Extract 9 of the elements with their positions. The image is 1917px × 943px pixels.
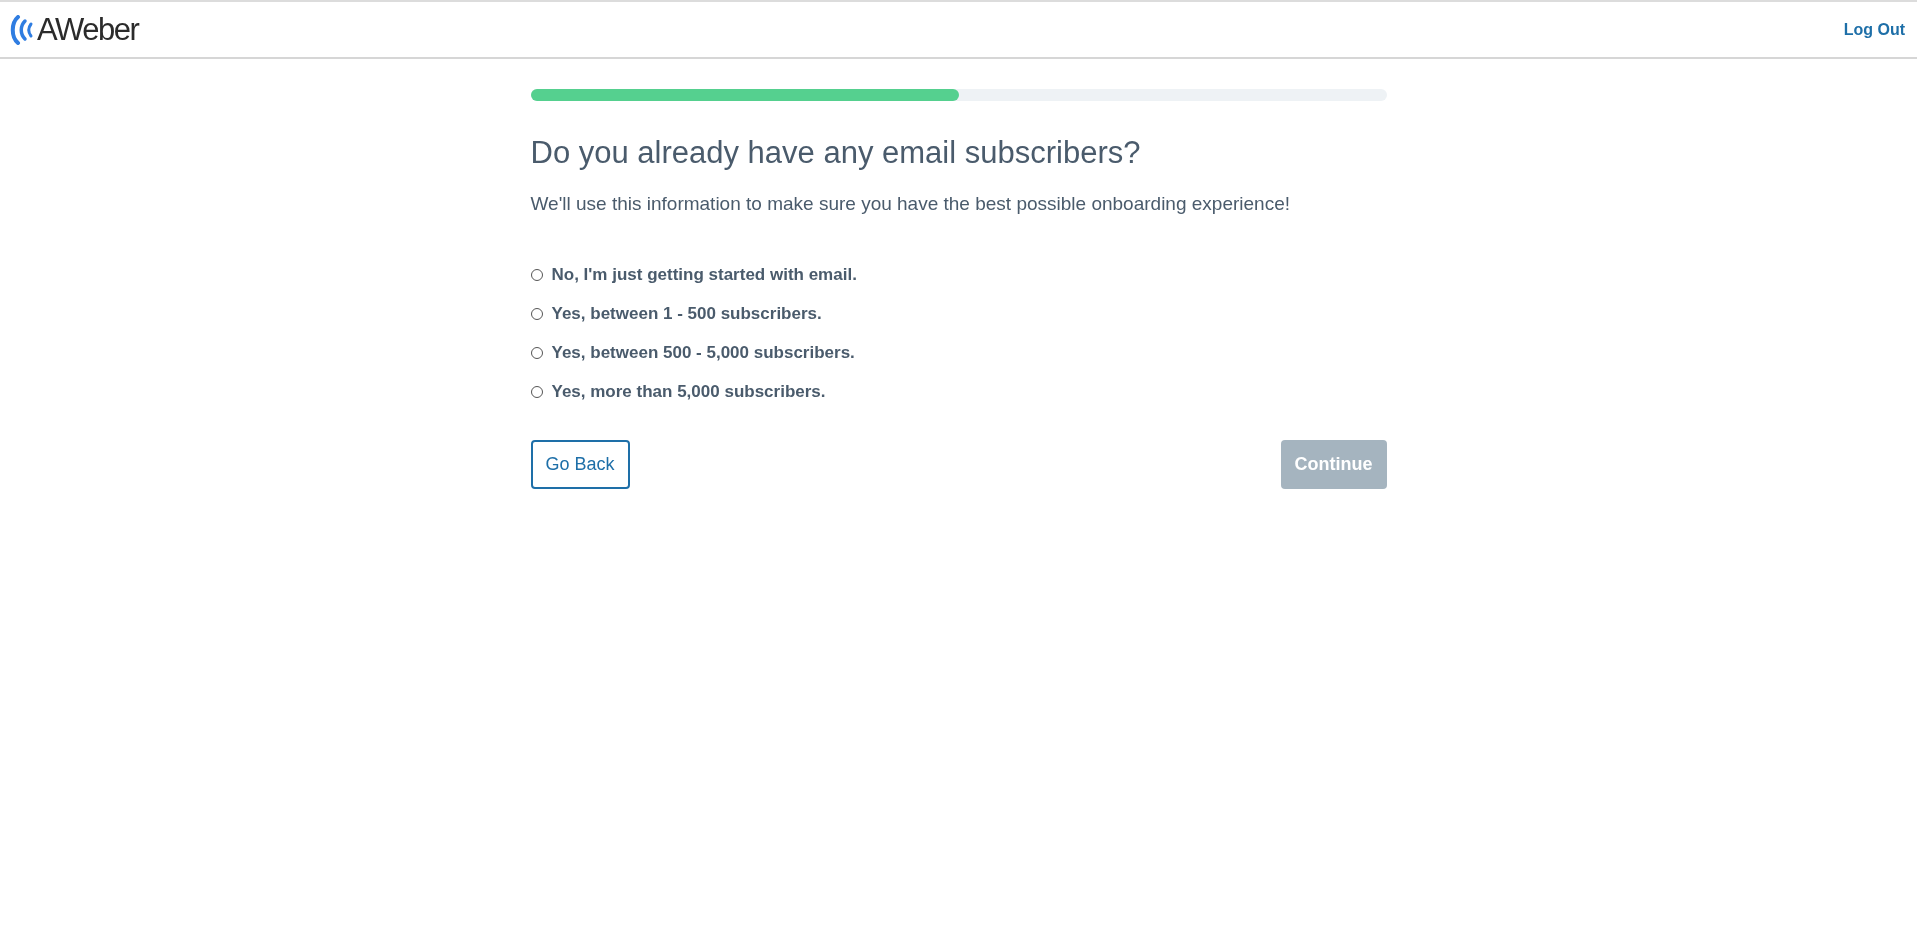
logout-link[interactable]: Log Out <box>1843 20 1905 39</box>
logo-text: AWeber <box>37 11 139 48</box>
question-subtitle: We'll use this information to make sure you have the best possible onboarding experience! <box>530 193 1291 215</box>
option-label[interactable]: Yes, between 1 - 500 subscribers. <box>551 304 822 324</box>
go-back-button[interactable]: Go Back <box>530 440 630 489</box>
question-title: Do you already have any email subscribers? <box>530 135 1142 171</box>
option-label[interactable]: No, I'm just getting started with email. <box>551 265 857 285</box>
option-label[interactable]: Yes, between 500 - 5,000 subscribers. <box>551 343 855 363</box>
option-label[interactable]: Yes, more than 5,000 subscribers. <box>551 382 826 402</box>
